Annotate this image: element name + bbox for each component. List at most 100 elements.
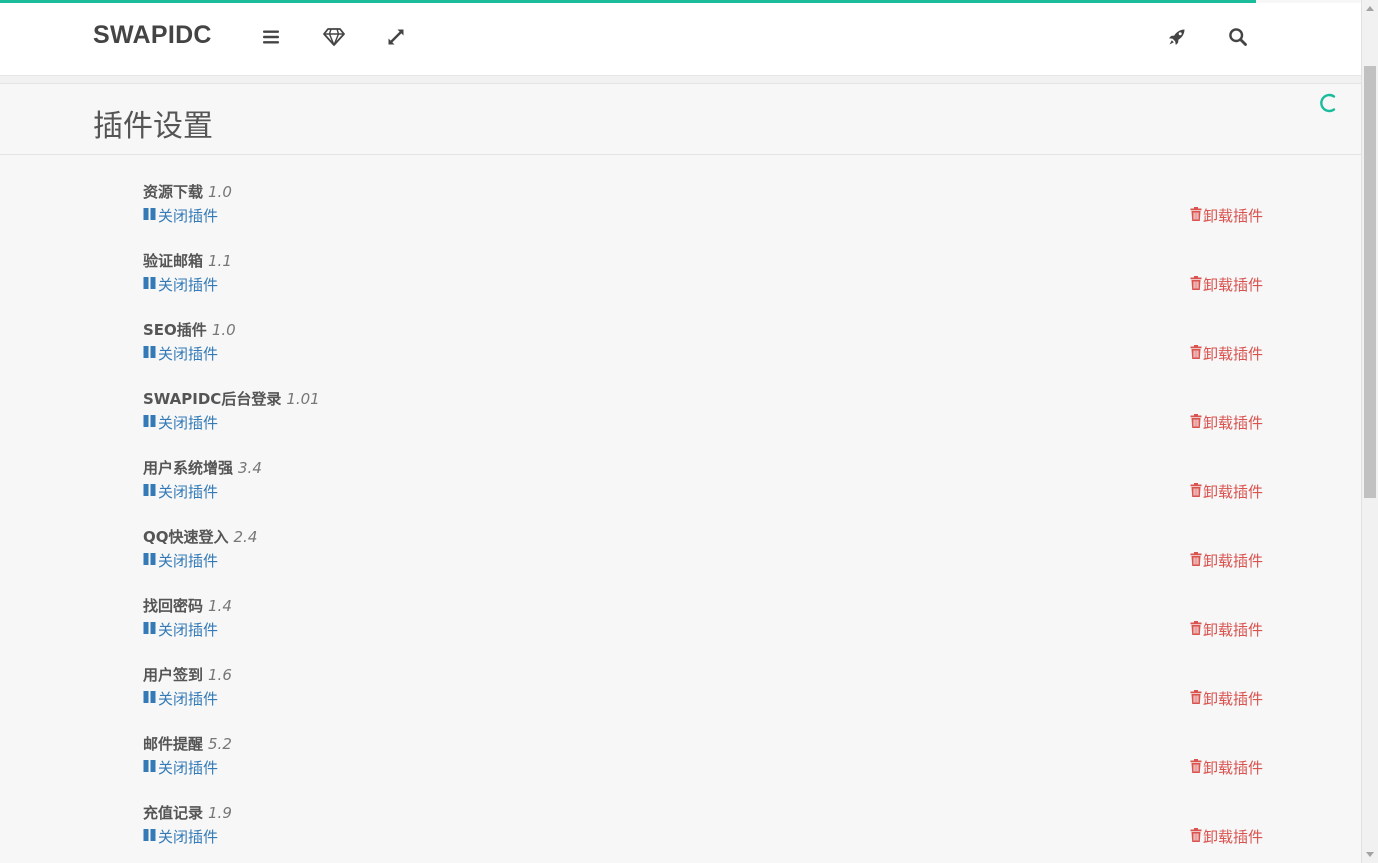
trash-icon	[1190, 413, 1202, 432]
plugin-item: 邮件提醒 5.2 关闭插件 卸载插件	[0, 728, 1361, 797]
plugin-name: QQ快速登入 2.4	[143, 526, 257, 547]
plugin-name-label: SWAPIDC后台登录	[143, 390, 282, 408]
disable-plugin-link[interactable]: 关闭插件	[143, 826, 218, 847]
brand-logo[interactable]: SWAPIDC	[93, 21, 212, 50]
uninstall-plugin-link[interactable]: 卸载插件	[1190, 412, 1263, 433]
uninstall-plugin-label: 卸载插件	[1203, 345, 1264, 363]
pause-icon	[143, 759, 157, 777]
plugin-name: SWAPIDC后台登录 1.01	[143, 388, 320, 409]
uninstall-plugin-link[interactable]: 卸载插件	[1190, 205, 1263, 226]
scroll-up-arrow-icon[interactable]	[1366, 6, 1374, 11]
disable-plugin-label: 关闭插件	[158, 276, 219, 294]
disable-plugin-link[interactable]: 关闭插件	[143, 343, 218, 364]
plugin-version: 1.01	[286, 390, 320, 408]
uninstall-plugin-link[interactable]: 卸载插件	[1190, 481, 1263, 502]
plugin-version: 3.4	[238, 459, 262, 477]
plugin-name: 资源下载 1.0	[143, 181, 232, 202]
pause-icon	[143, 552, 157, 570]
pause-icon	[143, 621, 157, 639]
plugin-item: 用户系统增强 3.4 关闭插件 卸载插件	[0, 452, 1361, 521]
disable-plugin-label: 关闭插件	[158, 483, 219, 501]
plugin-name-label: 用户系统增强	[143, 459, 234, 477]
scroll-down-arrow-icon[interactable]	[1366, 852, 1374, 857]
plugin-list: 资源下载 1.0 关闭插件 卸载插件 验证邮箱 1.1 关闭插件 卸载插件 SEO插件 1.0 关闭…	[0, 176, 1361, 863]
plugin-item: 充值记录 1.9 关闭插件 卸载插件	[0, 797, 1361, 863]
uninstall-plugin-label: 卸载插件	[1203, 621, 1264, 639]
plugin-name-label: SEO插件	[143, 321, 207, 339]
disable-plugin-link[interactable]: 关闭插件	[143, 550, 218, 571]
plugin-name-label: 验证邮箱	[143, 252, 204, 270]
uninstall-plugin-link[interactable]: 卸载插件	[1190, 343, 1263, 364]
trash-icon	[1190, 827, 1202, 846]
plugin-name: SEO插件 1.0	[143, 319, 236, 340]
trash-icon	[1190, 482, 1202, 501]
plugin-item: 找回密码 1.4 关闭插件 卸载插件	[0, 590, 1361, 659]
uninstall-plugin-link[interactable]: 卸载插件	[1190, 274, 1263, 295]
disable-plugin-label: 关闭插件	[158, 414, 219, 432]
page-title: 插件设置	[93, 109, 213, 144]
disable-plugin-link[interactable]: 关闭插件	[143, 274, 218, 295]
pause-icon	[143, 276, 157, 294]
trash-icon	[1190, 689, 1202, 708]
plugin-name: 充值记录 1.9	[143, 802, 232, 823]
disable-plugin-link[interactable]: 关闭插件	[143, 481, 218, 502]
plugin-version: 2.4	[233, 528, 258, 546]
bars-icon[interactable]	[259, 25, 283, 49]
uninstall-plugin-link[interactable]: 卸载插件	[1190, 550, 1263, 571]
pause-icon	[143, 828, 157, 846]
disable-plugin-link[interactable]: 关闭插件	[143, 412, 218, 433]
trash-icon	[1190, 344, 1202, 363]
plugin-name: 验证邮箱 1.1	[143, 250, 232, 271]
disable-plugin-label: 关闭插件	[158, 207, 219, 225]
trash-icon	[1190, 620, 1202, 639]
pause-icon	[143, 690, 157, 708]
pause-icon	[143, 414, 157, 432]
diamond-icon[interactable]	[322, 25, 346, 49]
disable-plugin-label: 关闭插件	[158, 828, 219, 846]
disable-plugin-link[interactable]: 关闭插件	[143, 688, 218, 709]
scrollbar-thumb[interactable]	[1364, 66, 1376, 498]
loading-spinner-icon	[1318, 92, 1340, 114]
expand-icon[interactable]	[384, 25, 408, 49]
disable-plugin-link[interactable]: 关闭插件	[143, 205, 218, 226]
plugin-item: 用户签到 1.6 关闭插件 卸载插件	[0, 659, 1361, 728]
trash-icon	[1190, 758, 1202, 777]
plugin-version: 1.0	[211, 321, 236, 339]
plugin-name-label: 用户签到	[143, 666, 204, 684]
plugin-version: 1.0	[208, 183, 232, 201]
uninstall-plugin-link[interactable]: 卸载插件	[1190, 826, 1263, 847]
uninstall-plugin-label: 卸载插件	[1203, 690, 1264, 708]
plugin-name-label: 找回密码	[143, 597, 204, 615]
vertical-scrollbar[interactable]	[1361, 0, 1378, 863]
trash-icon	[1190, 275, 1202, 294]
uninstall-plugin-label: 卸载插件	[1203, 552, 1264, 570]
uninstall-plugin-link[interactable]: 卸载插件	[1190, 619, 1263, 640]
plugin-name-label: QQ快速登入	[143, 528, 229, 546]
plugin-item: 资源下载 1.0 关闭插件 卸载插件	[0, 176, 1361, 245]
uninstall-plugin-link[interactable]: 卸载插件	[1190, 688, 1263, 709]
pause-icon	[143, 483, 157, 501]
plugin-item: SEO插件 1.0 关闭插件 卸载插件	[0, 314, 1361, 383]
plugin-name-label: 充值记录	[143, 804, 204, 822]
plugin-name: 用户系统增强 3.4	[143, 457, 262, 478]
pause-icon	[143, 345, 157, 363]
navbar-divider	[0, 76, 1361, 84]
trash-icon	[1190, 206, 1202, 225]
page: SWAPIDC 插件设置 资源下载 1.0 关闭插件 卸载插件 验证邮箱 1.1…	[0, 0, 1361, 863]
plugin-name: 邮件提醒 5.2	[143, 733, 232, 754]
plugin-version: 1.6	[208, 666, 232, 684]
plugin-version: 1.9	[208, 804, 232, 822]
disable-plugin-label: 关闭插件	[158, 552, 219, 570]
uninstall-plugin-label: 卸载插件	[1203, 207, 1264, 225]
rocket-icon[interactable]	[1165, 25, 1189, 49]
disable-plugin-label: 关闭插件	[158, 621, 219, 639]
search-icon[interactable]	[1226, 25, 1250, 49]
plugin-item: 验证邮箱 1.1 关闭插件 卸载插件	[0, 245, 1361, 314]
disable-plugin-link[interactable]: 关闭插件	[143, 757, 218, 778]
plugin-name: 找回密码 1.4	[143, 595, 232, 616]
plugin-item: SWAPIDC后台登录 1.01 关闭插件 卸载插件	[0, 383, 1361, 452]
navbar: SWAPIDC	[0, 3, 1361, 76]
plugin-version: 5.2	[208, 735, 232, 753]
disable-plugin-link[interactable]: 关闭插件	[143, 619, 218, 640]
uninstall-plugin-link[interactable]: 卸载插件	[1190, 757, 1263, 778]
